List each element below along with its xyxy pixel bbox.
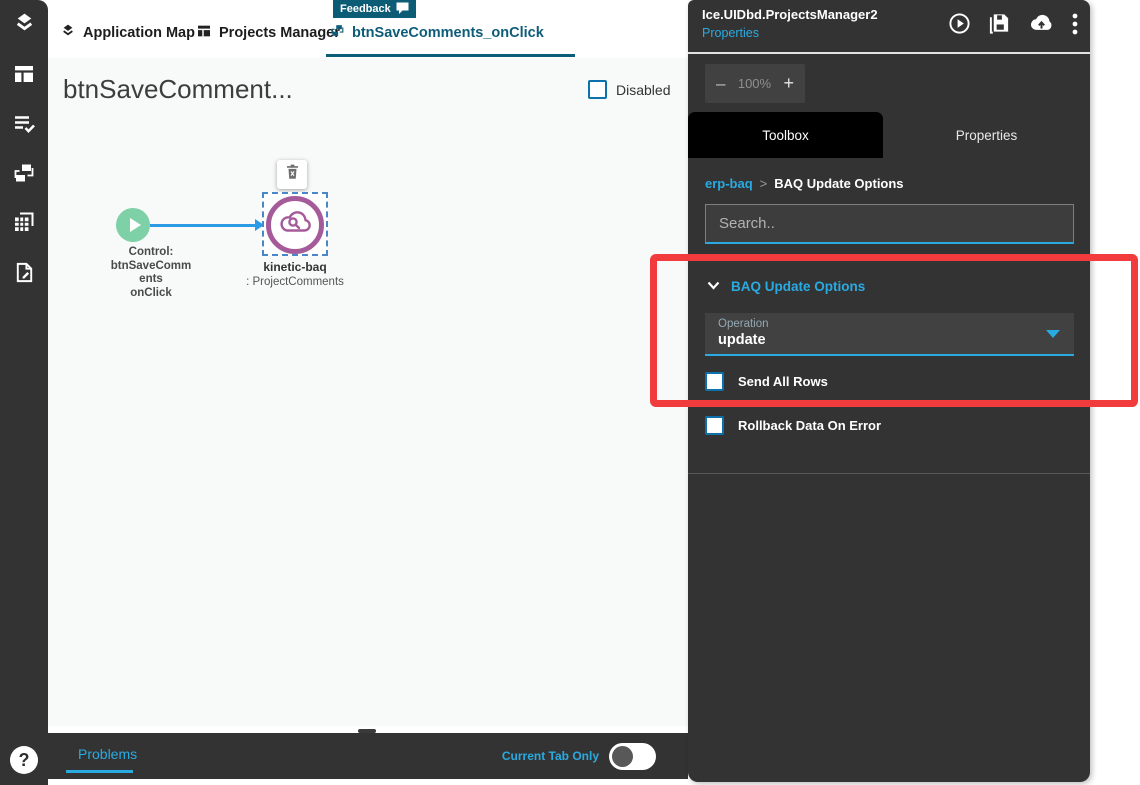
zoom-in-button[interactable]: + — [783, 73, 794, 94]
kinetic-baq-node-label: kinetic-baq : ProjectComments — [246, 260, 344, 288]
operation-value: update — [718, 332, 766, 348]
list-check-icon — [12, 112, 36, 141]
panel-tab-bar: Toolbox Properties — [688, 112, 1090, 158]
breadcrumb-root[interactable]: erp-baq — [705, 176, 753, 191]
toolbox-search — [705, 204, 1074, 244]
tab-btnsavecomments-onclick[interactable]: btnSaveComments_onClick — [330, 23, 544, 42]
application-studio-window: ? Feedback Application Map Projects Mana… — [0, 0, 1140, 785]
overflow-menu-button[interactable] — [1072, 13, 1078, 35]
tab-label: Projects Manager — [219, 25, 340, 41]
disabled-control: Disabled — [588, 80, 670, 99]
document-edit-icon — [13, 261, 36, 289]
operation-dropdown[interactable]: Operation update — [705, 313, 1074, 356]
properties-link[interactable]: Properties — [702, 26, 759, 40]
content-divider — [688, 473, 1090, 474]
current-tab-only-control: Current Tab Only — [502, 733, 656, 779]
data-grid-icon — [12, 210, 36, 239]
dropdown-caret-icon — [1046, 330, 1060, 338]
toolbox-breadcrumb: erp-baq > BAQ Update Options — [705, 176, 904, 191]
event-designer-canvas[interactable]: btnSaveComment... Disabled Control: btnS… — [48, 58, 688, 733]
application-map-nav-button[interactable] — [0, 6, 48, 46]
left-nav-rail: ? — [0, 0, 48, 785]
data-views-nav-button[interactable] — [0, 204, 48, 244]
disabled-label: Disabled — [616, 81, 671, 98]
problems-bar: Problems Current Tab Only — [48, 733, 688, 779]
feedback-label: Feedback — [340, 3, 391, 15]
panel-action-buttons — [948, 12, 1078, 35]
feedback-badge[interactable]: Feedback — [333, 0, 416, 18]
publish-button[interactable] — [1028, 13, 1055, 34]
delete-node-button[interactable] — [277, 160, 307, 189]
trash-icon — [285, 164, 300, 185]
tab-problems[interactable]: Problems — [78, 746, 137, 762]
save-button[interactable] — [988, 12, 1011, 35]
search-input[interactable] — [706, 205, 1073, 242]
active-tab-underline — [326, 54, 575, 57]
tab-application-map[interactable]: Application Map — [60, 23, 195, 43]
preview-button[interactable] — [948, 12, 971, 35]
disabled-checkbox[interactable] — [588, 80, 607, 99]
tab-projects-manager[interactable]: Projects Manager — [196, 23, 340, 43]
toolbox-panel: Ice.UIDbd.ProjectsManager2 Properties – … — [688, 0, 1090, 782]
send-all-rows-control: Send All Rows — [705, 372, 828, 391]
problems-tab-underline — [66, 770, 133, 773]
tab-label: btnSaveComments_onClick — [352, 24, 544, 41]
flow-events-icon — [12, 161, 36, 190]
document-tab-strip: Feedback Application Map Projects Manage… — [48, 0, 688, 58]
rollback-checkbox[interactable] — [705, 416, 724, 435]
layout-nav-button[interactable] — [0, 56, 48, 96]
question-mark-icon: ? — [18, 749, 30, 770]
flow-connector-line — [150, 224, 256, 227]
help-button[interactable]: ? — [10, 746, 38, 774]
send-all-rows-label: Send All Rows — [738, 374, 828, 389]
speech-bubble-icon — [396, 2, 409, 17]
tab-toolbox[interactable]: Toolbox — [688, 112, 883, 158]
play-icon — [129, 218, 141, 232]
rollback-label: Rollback Data On Error — [738, 418, 882, 433]
event-title: btnSaveComment... — [63, 74, 293, 104]
zoom-control: – 100% + — [705, 64, 805, 103]
section-title: BAQ Update Options — [731, 278, 866, 294]
baq-update-options-section-header[interactable]: BAQ Update Options — [707, 277, 865, 295]
event-start-label: Control: btnSaveComm ents onClick — [110, 246, 192, 299]
panel-divider — [688, 52, 1090, 54]
functions-nav-button[interactable] — [0, 255, 48, 295]
operation-label: Operation — [718, 318, 769, 330]
zoom-level: 100% — [737, 76, 772, 91]
chevron-down-icon — [707, 277, 720, 295]
flow-icon — [330, 23, 345, 42]
current-tab-only-toggle[interactable] — [609, 742, 656, 770]
zoom-out-button[interactable]: – — [716, 74, 725, 94]
layers-icon — [60, 23, 76, 43]
app-id-title: Ice.UIDbd.ProjectsManager2 — [702, 7, 878, 22]
tab-label: Application Map — [83, 25, 195, 41]
cloud-search-icon — [278, 209, 312, 241]
layout-icon — [12, 62, 36, 91]
rollback-control: Rollback Data On Error — [705, 416, 881, 435]
event-start-node[interactable] — [116, 208, 150, 242]
rules-nav-button[interactable] — [0, 106, 48, 146]
toggle-knob — [612, 745, 633, 767]
layout-icon — [196, 23, 212, 43]
kinetic-baq-node[interactable] — [266, 196, 324, 254]
events-nav-button[interactable] — [0, 155, 48, 195]
send-all-rows-checkbox[interactable] — [705, 372, 724, 391]
tab-properties[interactable]: Properties — [883, 112, 1090, 158]
current-tab-only-label: Current Tab Only — [501, 749, 599, 763]
breadcrumb-current: BAQ Update Options — [774, 176, 904, 191]
layers-icon — [12, 11, 37, 41]
breadcrumb-separator: > — [759, 176, 768, 191]
